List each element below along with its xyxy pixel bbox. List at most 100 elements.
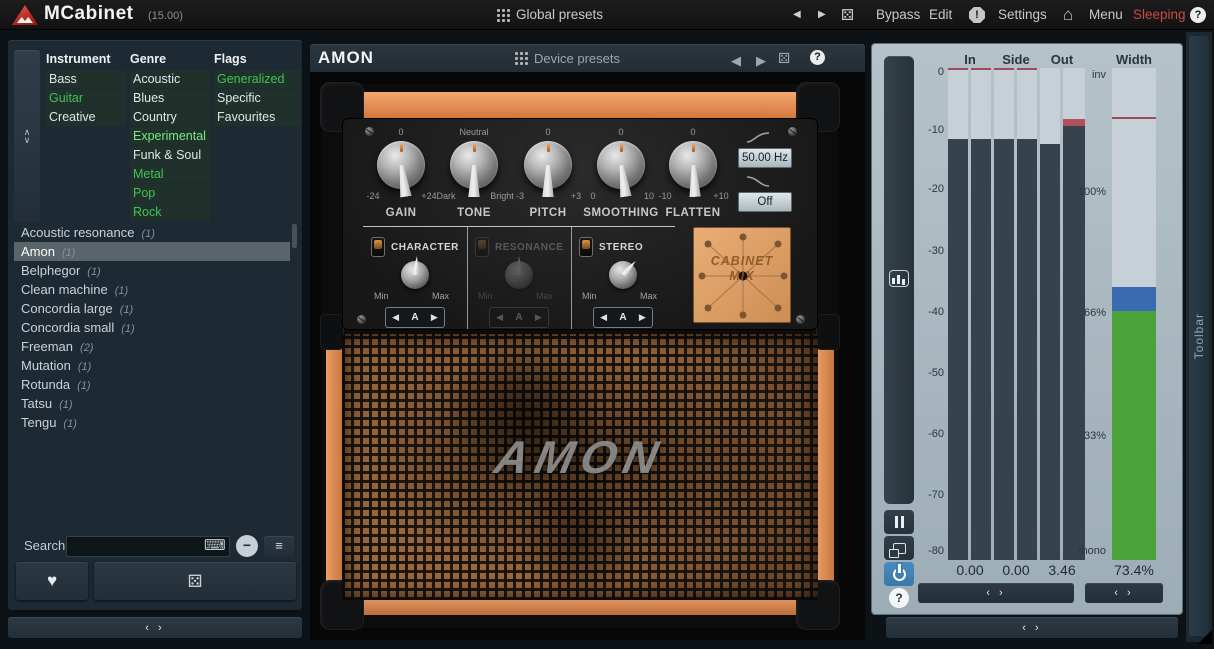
filter-specific[interactable]: Specific xyxy=(214,89,300,107)
preset-row[interactable]: Tatsu(1) xyxy=(14,394,290,413)
device-random-icon[interactable]: ⚄ xyxy=(778,51,790,66)
resonance-toggle-icon[interactable] xyxy=(475,237,489,257)
preset-row[interactable]: Mutation(1) xyxy=(14,356,290,375)
preset-row[interactable]: Belphegor(1) xyxy=(14,261,290,280)
preset-row[interactable]: Tengu(1) xyxy=(14,413,290,432)
preset-row[interactable]: Clean machine(1) xyxy=(14,280,290,299)
home-icon[interactable]: ⌂ xyxy=(1063,5,1073,25)
next-icon[interactable]: ▶ xyxy=(639,312,646,323)
preset-row-selected[interactable]: Amon(1) xyxy=(14,242,290,261)
favourite-button[interactable]: ♥ xyxy=(16,562,88,600)
device-prev-button[interactable]: ◀ xyxy=(731,53,741,69)
next-icon[interactable]: ▶ xyxy=(535,312,542,323)
cabinet-mix-pad[interactable]: CABINET MIX xyxy=(693,227,791,323)
popout-button[interactable] xyxy=(884,536,914,560)
knob-pointer xyxy=(619,258,639,279)
keyboard-icon[interactable]: ⌨ xyxy=(204,536,226,554)
analyzer-icon[interactable] xyxy=(889,270,909,287)
filter-favourites[interactable]: Favourites xyxy=(214,108,300,126)
resonance-ab-selector[interactable]: ◀ A ▶ xyxy=(489,307,549,328)
resonance-knob[interactable] xyxy=(505,261,533,289)
pause-button[interactable] xyxy=(884,510,914,534)
device-next-button[interactable]: ▶ xyxy=(756,53,766,69)
warning-icon[interactable]: ! xyxy=(969,7,985,23)
flatten-knob-group: 0 -10 +10 FLATTEN xyxy=(657,125,729,223)
filter-blues[interactable]: Blues xyxy=(130,89,210,107)
bypass-button[interactable]: Bypass xyxy=(876,7,920,22)
filter-country[interactable]: Country xyxy=(130,108,210,126)
prev-icon[interactable]: ◀ xyxy=(392,312,399,323)
stereo-ab-selector[interactable]: ◀ A ▶ xyxy=(593,307,653,328)
preset-count: (1) xyxy=(62,247,75,259)
next-icon[interactable]: ▶ xyxy=(431,312,438,323)
next-preset-button[interactable]: ▶ xyxy=(818,9,826,20)
random-preset-button[interactable]: ⚄ xyxy=(94,562,296,600)
filter-experimental[interactable]: Experimental xyxy=(130,127,210,145)
filter-funk-soul[interactable]: Funk & Soul xyxy=(130,146,210,164)
device-presets-button[interactable]: Device presets xyxy=(534,51,620,66)
preset-row[interactable]: Freeman(2) xyxy=(14,337,290,356)
device-help-icon[interactable]: ? xyxy=(810,50,825,65)
preset-row[interactable]: Concordia small (1) xyxy=(14,318,290,337)
preset-count: (1) xyxy=(63,418,76,430)
filter-creative[interactable]: Creative xyxy=(46,108,126,126)
preset-row[interactable]: Acoustic resonance(1) xyxy=(14,223,290,242)
panel-resize-handle[interactable]: ‹ › xyxy=(886,617,1178,638)
menu-button[interactable]: Menu xyxy=(1089,7,1123,22)
meter-range-slider[interactable] xyxy=(884,56,914,504)
toolbar-strip[interactable]: Toolbar xyxy=(1186,32,1212,642)
preset-count: (1) xyxy=(121,323,134,335)
width-scale-label: inv xyxy=(1070,69,1106,81)
prev-preset-button[interactable]: ◀ xyxy=(793,9,801,20)
tone-knob[interactable] xyxy=(450,141,498,189)
toolbar-collapsed[interactable]: Toolbar xyxy=(1189,36,1209,636)
sleeping-indicator[interactable]: Sleeping xyxy=(1133,7,1186,22)
filter-pop[interactable]: Pop xyxy=(130,184,210,202)
preset-row[interactable]: Rotunda(1) xyxy=(14,375,290,394)
section-title: CHARACTER xyxy=(391,242,459,253)
random-preset-icon[interactable]: ⚄ xyxy=(841,8,854,23)
preset-row[interactable]: Concordia large(1) xyxy=(14,299,290,318)
width-resize-handle[interactable]: ‹ › xyxy=(1085,583,1163,603)
meters-resize-handle[interactable]: ‹ › xyxy=(918,583,1074,603)
browser-resize-handle[interactable]: ‹ › xyxy=(8,617,302,638)
edit-button[interactable]: Edit xyxy=(929,7,952,22)
global-presets-button[interactable]: Global presets xyxy=(516,7,603,22)
help-icon[interactable]: ? xyxy=(1190,7,1206,23)
lowpass-value-box[interactable]: Off xyxy=(738,192,792,212)
filter-generalized[interactable]: Generalized xyxy=(214,70,300,88)
cabinet-left-rail xyxy=(326,330,343,602)
settings-button[interactable]: Settings xyxy=(998,7,1047,22)
smoothing-knob[interactable] xyxy=(597,141,645,189)
pitch-knob[interactable] xyxy=(524,141,572,189)
list-menu-button[interactable]: ≡ xyxy=(264,536,294,557)
filter-rock[interactable]: Rock xyxy=(130,203,210,221)
filter-metal[interactable]: Metal xyxy=(130,165,210,183)
clear-search-button[interactable]: − xyxy=(236,535,258,557)
filter-scroll-strip[interactable]: ∧ ∨ xyxy=(14,50,40,222)
power-button[interactable] xyxy=(884,562,914,586)
list-scrollbar[interactable] xyxy=(292,224,297,248)
stereo-toggle-icon[interactable] xyxy=(579,237,593,257)
window-resize-corner[interactable] xyxy=(1198,630,1212,644)
flatten-knob[interactable] xyxy=(669,141,717,189)
prev-icon[interactable]: ◀ xyxy=(600,312,607,323)
meter-help-button[interactable]: ? xyxy=(889,588,909,608)
stereo-knob[interactable] xyxy=(609,261,637,289)
character-ab-selector[interactable]: ◀ A ▶ xyxy=(385,307,445,328)
prev-icon[interactable]: ◀ xyxy=(496,312,503,323)
character-knob[interactable] xyxy=(401,261,429,289)
section-title: RESONANCE xyxy=(495,242,563,253)
character-toggle-icon[interactable] xyxy=(371,237,385,257)
filter-bass[interactable]: Bass xyxy=(46,70,126,88)
gain-knob[interactable] xyxy=(377,141,425,189)
meter-header-out: Out xyxy=(1038,52,1086,67)
max-label: Max xyxy=(432,291,449,301)
highpass-value-box[interactable]: 50.00 Hz xyxy=(738,148,792,168)
preset-name: Concordia large xyxy=(21,301,113,316)
preset-name: Concordia small xyxy=(21,320,114,335)
filter-guitar[interactable]: Guitar xyxy=(46,89,126,107)
knob-min-label: -3 xyxy=(504,191,536,201)
mcabinet-window: MCabinet (15.00) Global presets ◀ ▶ ⚄ By… xyxy=(0,0,1214,649)
filter-acoustic[interactable]: Acoustic xyxy=(130,70,210,88)
